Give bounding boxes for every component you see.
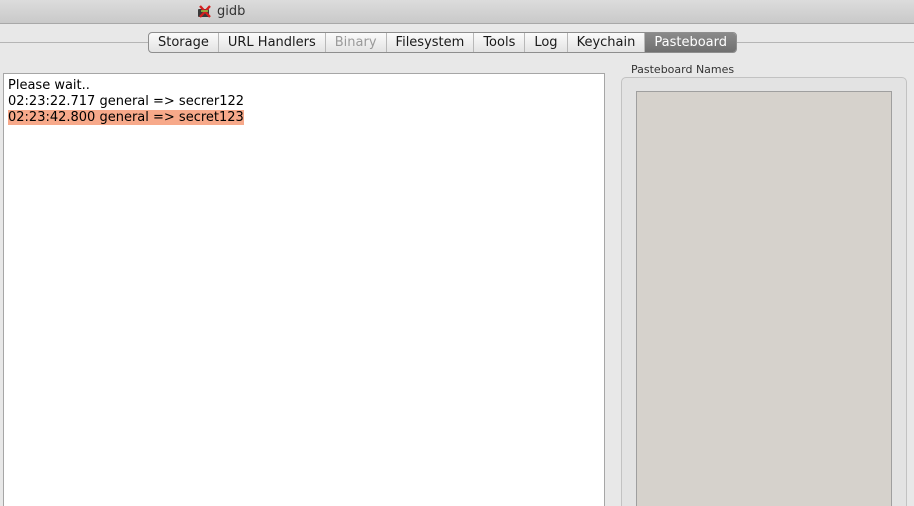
tab-url-handlers[interactable]: URL Handlers: [219, 33, 326, 52]
title-bar[interactable]: gidb: [0, 0, 914, 24]
gidb-app-icon: [198, 5, 211, 18]
window-title: gidb: [217, 4, 246, 19]
tab-filesystem[interactable]: Filesystem: [387, 33, 475, 52]
toolbar: Storage URL Handlers Binary Filesystem T…: [0, 24, 914, 64]
log-line: 02:23:22.717 general => secrer122: [8, 94, 600, 110]
pasteboard-names-list[interactable]: [636, 91, 892, 506]
log-line-highlighted: 02:23:42.800 general => secret123: [8, 110, 600, 126]
pasteboard-names-label: Pasteboard Names: [631, 63, 735, 76]
tab-storage[interactable]: Storage: [149, 33, 219, 52]
tab-tools[interactable]: Tools: [474, 33, 526, 52]
log-line: Please wait..: [8, 78, 600, 94]
log-line-text: 02:23:42.800 general => secret123: [8, 110, 244, 125]
main-window: gidb Storage URL Handlers Binary Filesys…: [0, 0, 914, 506]
tab-pasteboard[interactable]: Pasteboard: [645, 33, 736, 52]
tab-keychain[interactable]: Keychain: [568, 33, 646, 52]
tab-bar: Storage URL Handlers Binary Filesystem T…: [148, 32, 737, 53]
log-line-text: 02:23:22.717 general => secrer122: [8, 94, 245, 109]
pasteboard-log-text-view[interactable]: Please wait.. 02:23:22.717 general => se…: [3, 73, 605, 506]
tab-binary: Binary: [326, 33, 387, 52]
log-line-text: Please wait..: [8, 78, 90, 93]
tab-log[interactable]: Log: [525, 33, 568, 52]
